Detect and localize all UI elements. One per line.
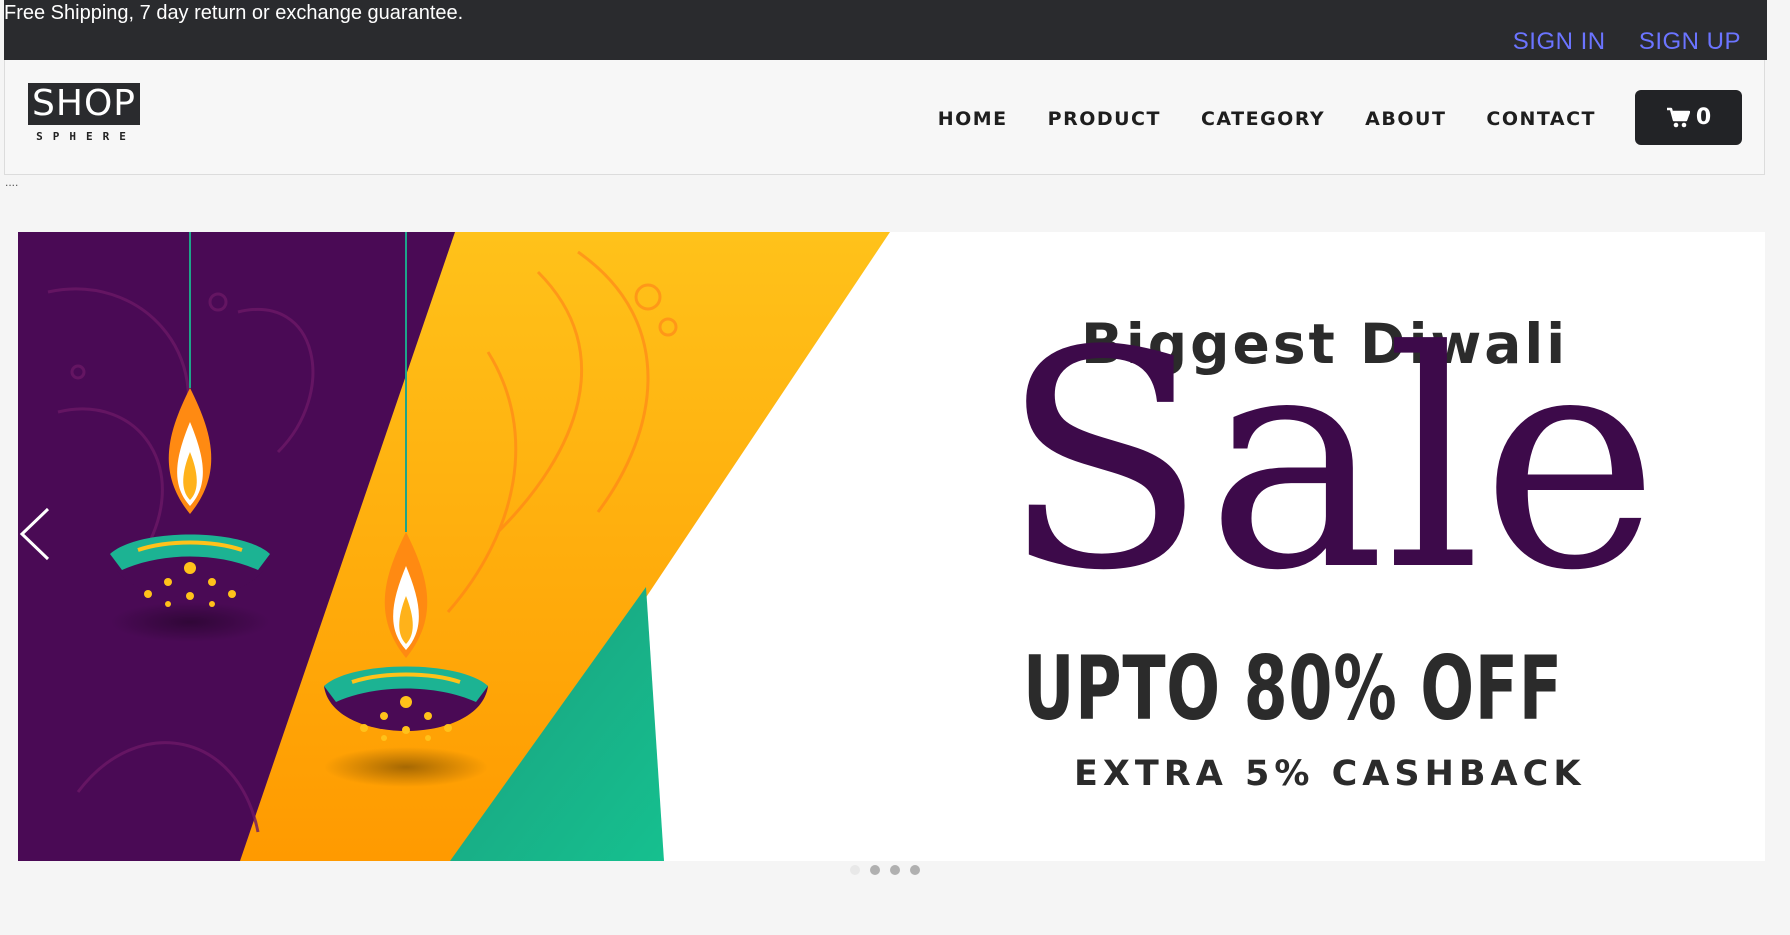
banner-discount: UPTO 80% OFF <box>1023 637 1563 740</box>
navbar: SHOP SPHERE HOME PRODUCT CATEGORY ABOUT … <box>4 60 1765 175</box>
logo-wordmark: SHOP <box>28 83 140 125</box>
sign-in-link[interactable]: SIGN IN <box>1513 28 1606 55</box>
carousel-indicators <box>850 865 920 875</box>
nav-category[interactable]: CATEGORY <box>1201 108 1325 130</box>
logo-tagline: SPHERE <box>36 130 136 143</box>
auth-links: SIGN IN SIGN UP <box>1487 28 1741 56</box>
top-bar: Free Shipping, 7 day return or exchange … <box>4 0 1767 60</box>
hero-banner[interactable]: Biggest Diwali Sale UPTO 80% OFF EXTRA 5… <box>18 232 1765 861</box>
banner-cashback: EXTRA 5% CASHBACK <box>1074 754 1586 794</box>
carousel-dot-3[interactable] <box>890 865 900 875</box>
carousel-dot-4[interactable] <box>910 865 920 875</box>
main-nav: HOME PRODUCT CATEGORY ABOUT CONTACT <box>938 108 1596 130</box>
banner-sale: Sale <box>1001 287 1659 636</box>
cart-icon <box>1666 107 1690 127</box>
promo-text: Free Shipping, 7 day return or exchange … <box>4 2 464 24</box>
cart-count: 0 <box>1695 105 1712 130</box>
dots-text: .... <box>5 175 19 189</box>
chevron-left-icon[interactable] <box>18 505 52 563</box>
carousel-dot-1[interactable] <box>850 865 860 875</box>
logo[interactable]: SHOP SPHERE <box>28 83 144 147</box>
carousel-dot-2[interactable] <box>870 865 880 875</box>
nav-about[interactable]: ABOUT <box>1365 108 1446 130</box>
cart-button[interactable]: 0 <box>1635 90 1742 145</box>
sign-up-link[interactable]: SIGN UP <box>1639 28 1741 55</box>
nav-contact[interactable]: CONTACT <box>1486 108 1596 130</box>
nav-product[interactable]: PRODUCT <box>1048 108 1161 130</box>
nav-home[interactable]: HOME <box>938 108 1008 130</box>
